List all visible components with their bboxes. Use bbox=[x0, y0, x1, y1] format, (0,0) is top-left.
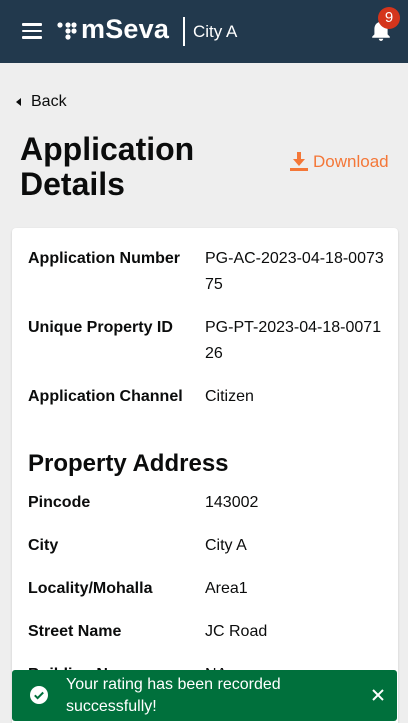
address-label: City bbox=[28, 537, 59, 554]
address-row-locality: Locality/Mohalla Area1 bbox=[28, 576, 388, 602]
success-toast: Your rating has been recorded successful… bbox=[12, 670, 397, 721]
address-label: Locality/Mohalla bbox=[28, 580, 153, 597]
address-row-pincode: Pincode 143002 bbox=[28, 490, 388, 516]
logo-divider bbox=[183, 17, 185, 46]
detail-label: Unique Property ID bbox=[28, 319, 173, 336]
address-value: 143002 bbox=[205, 494, 259, 511]
address-label: Street Name bbox=[28, 623, 122, 640]
detail-value: PG-PT-2023-04-18-007126 bbox=[205, 319, 382, 362]
city-label[interactable]: City A bbox=[193, 22, 237, 42]
back-caret-icon bbox=[16, 98, 21, 106]
detail-value: Citizen bbox=[205, 388, 254, 405]
logo-text: mSeva bbox=[81, 14, 170, 44]
top-bar: mSeva City A 9 bbox=[0, 0, 408, 63]
page-title: Application Details bbox=[20, 131, 195, 202]
mseva-logo-icon bbox=[57, 22, 77, 40]
download-label: Download bbox=[313, 152, 389, 171]
address-label: Pincode bbox=[28, 494, 91, 511]
property-address-heading: Property Address bbox=[28, 450, 229, 477]
address-row-city: City City A bbox=[28, 533, 388, 559]
back-label: Back bbox=[31, 93, 67, 110]
check-circle-icon bbox=[30, 686, 48, 704]
download-button[interactable]: Download bbox=[290, 152, 389, 172]
detail-label: Application Number bbox=[28, 250, 181, 267]
back-link[interactable]: Back bbox=[16, 92, 67, 112]
detail-value: PG-AC-2023-04-18-007375 bbox=[205, 250, 384, 293]
toast-message: Your rating has been recorded successful… bbox=[66, 676, 281, 715]
detail-row-application-number: Application Number PG-AC-2023-04-18-0073… bbox=[28, 246, 388, 298]
address-value: JC Road bbox=[205, 623, 268, 640]
close-icon[interactable] bbox=[371, 688, 385, 702]
address-value: City A bbox=[205, 537, 247, 554]
application-details-card: Application Number PG-AC-2023-04-18-0073… bbox=[12, 228, 398, 723]
detail-row-unique-property-id: Unique Property ID PG-PT-2023-04-18-0071… bbox=[28, 315, 388, 367]
address-row-street-name: Street Name JC Road bbox=[28, 619, 388, 645]
detail-label: Application Channel bbox=[28, 388, 183, 405]
detail-row-application-channel: Application Channel Citizen bbox=[28, 384, 388, 436]
download-icon bbox=[290, 152, 308, 171]
hamburger-menu-icon[interactable] bbox=[22, 23, 42, 39]
notification-count-badge: 9 bbox=[378, 7, 400, 29]
address-value: Area1 bbox=[205, 580, 248, 597]
